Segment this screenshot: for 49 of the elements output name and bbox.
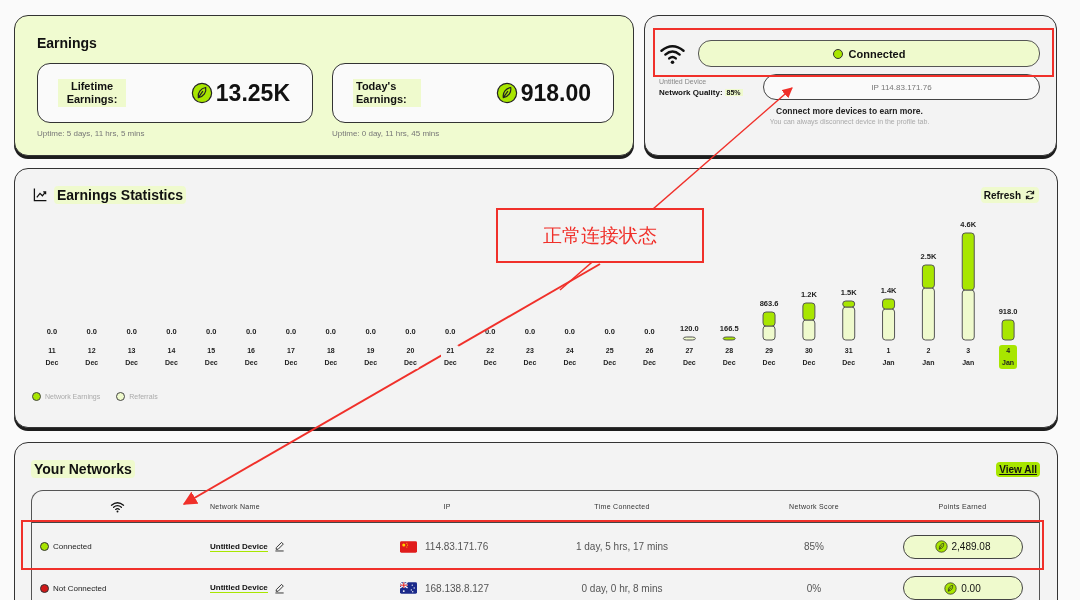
leaf-coin-icon xyxy=(934,540,948,553)
earnings-value: 918.00 xyxy=(520,79,591,107)
chart-bar xyxy=(762,311,776,327)
leaf-coin-icon xyxy=(495,82,518,104)
status-text: Not Connected xyxy=(53,583,107,593)
line-chart-icon xyxy=(32,187,48,203)
connect-prompt: Connect more devices to earn more. xyxy=(775,106,924,116)
earnings-title: Earnings xyxy=(37,35,98,51)
chart-bar xyxy=(961,232,975,291)
leaf-coin-icon xyxy=(190,82,213,104)
edit-icon[interactable] xyxy=(273,582,285,594)
uptime-text: Uptime: 0 day, 11 hrs, 45 mins xyxy=(332,129,441,138)
chart-bar xyxy=(802,302,816,321)
uptime-text: Uptime: 5 days, 11 hrs, 5 mins xyxy=(37,129,146,138)
chart-bar xyxy=(961,289,975,341)
ip-address: 114.83.171.76 xyxy=(425,541,489,552)
network-score: 0% xyxy=(806,582,822,594)
earnings-label: Lifetime Earnings: xyxy=(58,79,126,107)
refresh-icon xyxy=(1024,189,1036,201)
earnings-value: 13.25K xyxy=(215,79,290,107)
refresh-button[interactable]: Refresh xyxy=(980,187,1039,203)
quality-label: Network Quality: xyxy=(659,87,723,97)
statistics-title: Earnings Statistics xyxy=(54,186,187,204)
chart-bar xyxy=(722,336,736,341)
flag-icon xyxy=(400,582,417,594)
time-connected: 1 day, 5 hrs, 17 mins xyxy=(575,541,669,552)
wifi-icon xyxy=(659,42,686,65)
ip-field: IP 114.83.171.76 xyxy=(763,74,1040,100)
chart-bar xyxy=(762,325,776,341)
chart-bar xyxy=(682,336,696,341)
edit-icon[interactable] xyxy=(273,541,285,552)
status-text: Connected xyxy=(848,47,906,60)
points-value: 0.00 xyxy=(961,582,981,594)
chart-bar xyxy=(1001,319,1015,341)
network-score: 85% xyxy=(804,541,824,552)
status-text: Connected xyxy=(53,542,92,551)
view-all-link[interactable]: View All xyxy=(996,461,1040,477)
time-connected: 0 day, 0 hr, 8 mins xyxy=(581,582,663,594)
chart-bar xyxy=(802,319,816,341)
network-name: Untitled Device xyxy=(210,583,268,593)
annotation-label: 正常连接状态 xyxy=(496,208,704,263)
leaf-coin-icon xyxy=(944,581,958,595)
ip-address: 168.138.8.127 xyxy=(425,582,489,594)
earnings-label: Today's Earnings: xyxy=(353,79,421,107)
networks-title: Your Networks xyxy=(31,460,135,478)
wifi-icon xyxy=(109,500,125,513)
flag-icon xyxy=(400,540,417,553)
points-value: 2,489.08 xyxy=(951,541,991,552)
network-name: Untitled Device xyxy=(210,541,268,552)
